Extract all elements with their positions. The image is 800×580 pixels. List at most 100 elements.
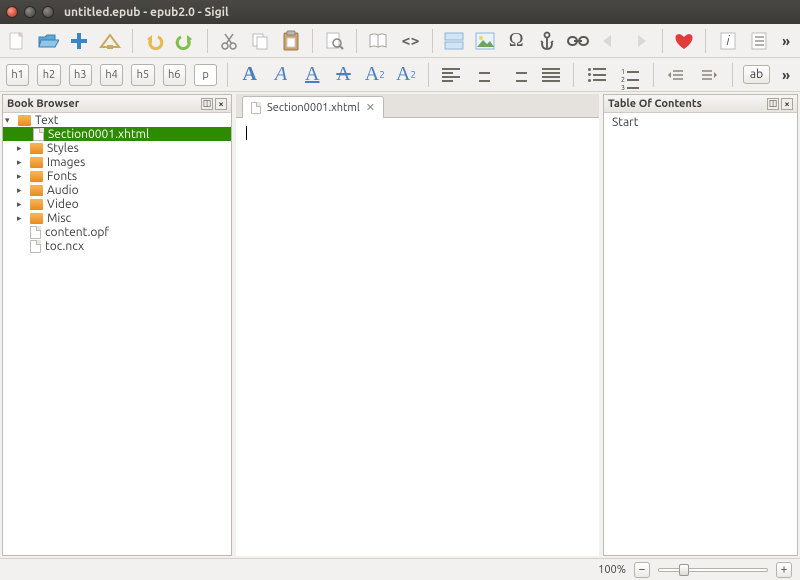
align-right-button[interactable] bbox=[505, 62, 530, 88]
subscript-button[interactable]: A2 bbox=[363, 62, 386, 88]
zoom-in-button[interactable]: + bbox=[776, 562, 792, 578]
panel-close-button[interactable]: × bbox=[781, 98, 793, 110]
italic-button[interactable]: A bbox=[269, 62, 292, 88]
window-maximize-button[interactable] bbox=[42, 6, 54, 18]
tree-label: Video bbox=[47, 198, 79, 211]
generate-toc-button[interactable] bbox=[747, 28, 770, 54]
toc-title: Table Of Contents ◫ × bbox=[604, 95, 797, 113]
toc-tree[interactable]: Start bbox=[604, 113, 797, 131]
link-button[interactable] bbox=[567, 28, 590, 54]
tree-file-section0001[interactable]: Section0001.xhtml bbox=[3, 127, 231, 141]
format-toolbar: h1 h2 h3 h4 h5 h6 p A A A A A2 A2 123 ab… bbox=[0, 58, 800, 92]
paste-button[interactable] bbox=[279, 28, 302, 54]
tree-file-toc-ncx[interactable]: toc.ncx bbox=[3, 239, 231, 253]
main-area: Book Browser ◫ × ▾Text Section0001.xhtml… bbox=[0, 92, 800, 558]
tree-label: Audio bbox=[47, 184, 79, 197]
number-list-button[interactable]: 123 bbox=[617, 62, 642, 88]
window-title: untitled.epub - epub2.0 - Sigil bbox=[64, 6, 229, 19]
tree-label: Misc bbox=[47, 212, 71, 225]
book-browser-title-text: Book Browser bbox=[7, 98, 79, 110]
donate-button[interactable] bbox=[672, 28, 695, 54]
book-browser-tree[interactable]: ▾Text Section0001.xhtml ▸Styles ▸Images … bbox=[3, 113, 231, 253]
bullet-list-button[interactable] bbox=[584, 62, 609, 88]
undo-button[interactable] bbox=[143, 28, 166, 54]
window-minimize-button[interactable] bbox=[24, 6, 36, 18]
tree-folder-misc[interactable]: ▸Misc bbox=[3, 211, 231, 225]
toolbar-overflow-button[interactable]: » bbox=[778, 67, 794, 83]
heading-h5-button[interactable]: h5 bbox=[131, 64, 154, 86]
cut-button[interactable] bbox=[217, 28, 240, 54]
separator bbox=[705, 29, 706, 53]
tree-folder-audio[interactable]: ▸Audio bbox=[3, 183, 231, 197]
folder-icon bbox=[30, 185, 43, 196]
align-left-button[interactable] bbox=[439, 62, 464, 88]
tree-folder-fonts[interactable]: ▸Fonts bbox=[3, 169, 231, 183]
add-button[interactable] bbox=[68, 28, 91, 54]
separator bbox=[432, 29, 433, 53]
find-button[interactable] bbox=[323, 28, 346, 54]
zoom-slider[interactable] bbox=[658, 568, 768, 572]
window-close-button[interactable] bbox=[6, 6, 18, 18]
increase-indent-button[interactable] bbox=[697, 62, 722, 88]
insert-image-button[interactable] bbox=[474, 28, 497, 54]
tree-folder-styles[interactable]: ▸Styles bbox=[3, 141, 231, 155]
book-browser-panel: Book Browser ◫ × ▾Text Section0001.xhtml… bbox=[2, 94, 232, 556]
code-view-button[interactable]: <> bbox=[399, 28, 422, 54]
special-char-button[interactable]: Ω bbox=[505, 28, 528, 54]
book-browser-title: Book Browser ◫ × bbox=[3, 95, 231, 113]
tree-folder-video[interactable]: ▸Video bbox=[3, 197, 231, 211]
tab-close-icon[interactable]: ✕ bbox=[366, 101, 375, 114]
copy-button[interactable] bbox=[248, 28, 271, 54]
tab-label: Section0001.xhtml bbox=[267, 102, 360, 114]
tree-folder-images[interactable]: ▸Images bbox=[3, 155, 231, 169]
toc-item[interactable]: Start bbox=[610, 115, 791, 129]
heading-h1-button[interactable]: h1 bbox=[6, 64, 29, 86]
folder-icon bbox=[18, 115, 31, 126]
underline-button[interactable]: A bbox=[301, 62, 324, 88]
align-justify-button[interactable] bbox=[538, 62, 563, 88]
superscript-button[interactable]: A2 bbox=[394, 62, 417, 88]
editor-tab[interactable]: Section0001.xhtml ✕ bbox=[242, 96, 384, 118]
forward-button[interactable] bbox=[629, 28, 652, 54]
decrease-indent-button[interactable] bbox=[664, 62, 689, 88]
toc-panel: Table Of Contents ◫ × Start bbox=[603, 94, 798, 556]
toc-item-label: Start bbox=[612, 116, 638, 129]
file-icon bbox=[30, 240, 41, 253]
tree-label: Text bbox=[35, 114, 59, 127]
save-button[interactable] bbox=[99, 28, 122, 54]
heading-h6-button[interactable]: h6 bbox=[163, 64, 186, 86]
align-center-button[interactable] bbox=[472, 62, 497, 88]
separator bbox=[132, 29, 133, 53]
toolbar-overflow-button[interactable]: » bbox=[778, 33, 794, 49]
new-file-button[interactable] bbox=[6, 28, 29, 54]
book-view-button[interactable] bbox=[367, 28, 391, 54]
bold-button[interactable]: A bbox=[238, 62, 261, 88]
zoom-out-button[interactable]: − bbox=[634, 562, 650, 578]
redo-button[interactable] bbox=[174, 28, 197, 54]
tree-label: content.opf bbox=[45, 226, 109, 239]
tree-folder-text[interactable]: ▾Text bbox=[3, 113, 231, 127]
heading-p-button[interactable]: p bbox=[194, 64, 217, 86]
zoom-slider-thumb[interactable] bbox=[679, 564, 689, 576]
panel-close-button[interactable]: × bbox=[215, 98, 227, 110]
tree-label: Section0001.xhtml bbox=[48, 128, 149, 141]
anchor-button[interactable] bbox=[536, 28, 559, 54]
titlebar: untitled.epub - epub2.0 - Sigil bbox=[0, 0, 800, 24]
separator bbox=[662, 29, 663, 53]
panel-undock-button[interactable]: ◫ bbox=[201, 98, 213, 110]
heading-h4-button[interactable]: h4 bbox=[100, 64, 123, 86]
strike-button[interactable]: A bbox=[332, 62, 355, 88]
separator bbox=[573, 63, 574, 87]
open-file-button[interactable] bbox=[37, 28, 60, 54]
back-button[interactable] bbox=[598, 28, 621, 54]
panel-undock-button[interactable]: ◫ bbox=[767, 98, 779, 110]
heading-h3-button[interactable]: h3 bbox=[69, 64, 92, 86]
split-button[interactable] bbox=[443, 28, 466, 54]
case-button[interactable]: ab bbox=[743, 65, 770, 84]
file-icon bbox=[251, 102, 261, 114]
tree-file-content-opf[interactable]: content.opf bbox=[3, 225, 231, 239]
metadata-button[interactable]: i bbox=[716, 28, 739, 54]
folder-icon bbox=[30, 199, 43, 210]
heading-h2-button[interactable]: h2 bbox=[37, 64, 60, 86]
editor-content[interactable] bbox=[236, 118, 599, 556]
